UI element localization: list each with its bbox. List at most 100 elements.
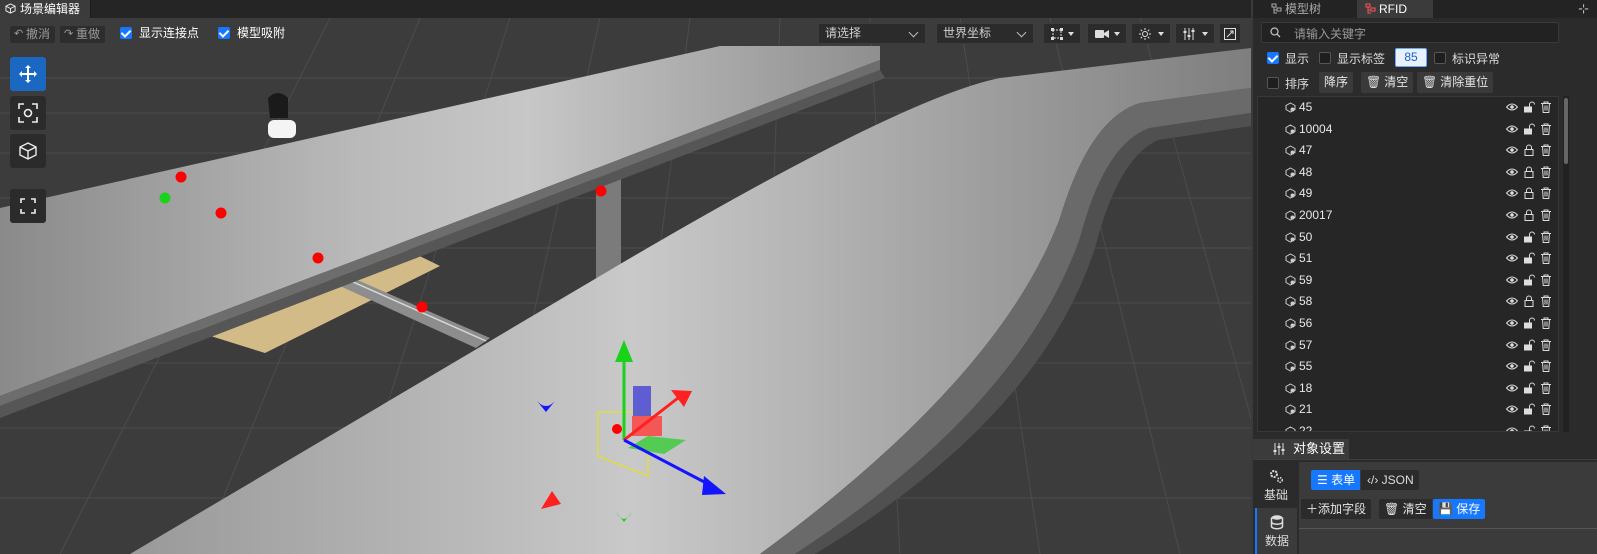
trash-icon[interactable] xyxy=(1540,274,1552,286)
trash-icon[interactable] xyxy=(1540,339,1552,351)
list-item[interactable]: 59 xyxy=(1258,270,1558,292)
bounding-box-dropdown[interactable] xyxy=(1043,23,1081,44)
tab-scene-editor[interactable]: 场景编辑器 xyxy=(0,0,92,18)
unlock-icon[interactable] xyxy=(1523,231,1535,243)
trash-icon[interactable] xyxy=(1540,101,1552,113)
trash-icon[interactable] xyxy=(1540,144,1552,157)
fullscreen-button[interactable] xyxy=(10,189,46,223)
unlock-icon[interactable] xyxy=(1523,274,1535,286)
settings-dropdown[interactable] xyxy=(1175,23,1215,44)
eye-icon[interactable] xyxy=(1506,403,1518,415)
sort-checkbox[interactable] xyxy=(1267,77,1279,89)
clear-relocate-button[interactable]: 🗑 清除重位 xyxy=(1417,72,1494,93)
trash-icon[interactable] xyxy=(1540,360,1552,373)
unlock-icon[interactable] xyxy=(1523,403,1535,415)
redo-button[interactable]: ↷ 重做 xyxy=(60,26,106,43)
eye-icon[interactable] xyxy=(1506,209,1518,221)
nav-data[interactable]: 数据 xyxy=(1255,508,1297,554)
trash-icon[interactable] xyxy=(1540,403,1552,416)
clear-fields-button[interactable]: 🗑 清空 xyxy=(1379,499,1432,519)
coordinate-select[interactable]: 世界坐标 xyxy=(936,23,1034,44)
search-field[interactable]: 请输入关键字 xyxy=(1261,22,1559,43)
trash-icon[interactable] xyxy=(1540,187,1552,200)
mark-abnormal-checkbox[interactable] xyxy=(1434,52,1446,64)
list-item[interactable]: 58 xyxy=(1258,291,1558,313)
list-item[interactable]: 57 xyxy=(1258,335,1558,357)
add-field-button[interactable]: ＋添加字段 xyxy=(1301,499,1372,519)
trash-icon[interactable] xyxy=(1540,317,1552,329)
eye-icon[interactable] xyxy=(1506,295,1518,307)
trash-icon[interactable] xyxy=(1540,382,1552,394)
object-select[interactable]: 请选择 xyxy=(818,23,926,44)
list-item[interactable]: 50 xyxy=(1258,227,1558,249)
eye-icon[interactable] xyxy=(1506,123,1518,135)
eye-icon[interactable] xyxy=(1506,382,1518,394)
eye-icon[interactable] xyxy=(1506,187,1518,199)
eye-icon[interactable] xyxy=(1506,144,1518,156)
eye-icon[interactable] xyxy=(1506,166,1518,178)
move-tool-button[interactable] xyxy=(10,57,46,91)
3d-viewport[interactable] xyxy=(0,18,1251,554)
list-item[interactable]: 10004 xyxy=(1258,119,1558,141)
tab-rfid[interactable]: RFID xyxy=(1357,0,1433,18)
trash-icon[interactable] xyxy=(1540,295,1552,308)
unlock-icon[interactable] xyxy=(1523,360,1535,372)
undo-button[interactable]: ↶ 撤消 xyxy=(10,26,56,43)
lock-icon[interactable] xyxy=(1523,209,1535,221)
lock-icon[interactable] xyxy=(1523,295,1535,308)
lock-icon[interactable] xyxy=(1523,144,1535,157)
unlock-icon[interactable] xyxy=(1523,252,1535,264)
nav-basic[interactable]: 基础 xyxy=(1255,462,1297,508)
show-connection-points-checkbox[interactable] xyxy=(120,27,132,39)
model-snap-checkbox[interactable] xyxy=(218,27,230,39)
json-mode-button[interactable]: ‹/› JSON xyxy=(1361,470,1419,490)
trash-icon[interactable] xyxy=(1540,123,1552,135)
list-item[interactable]: 45 xyxy=(1258,97,1558,119)
view-cube-button[interactable] xyxy=(10,134,46,168)
unlock-icon[interactable] xyxy=(1523,382,1535,394)
eye-icon[interactable] xyxy=(1506,317,1518,329)
expand-button[interactable] xyxy=(1219,23,1241,44)
list-item[interactable]: 47 xyxy=(1258,140,1558,162)
clear-button[interactable]: 🗑 清空 xyxy=(1361,72,1414,93)
tab-model-tree[interactable]: 模型树 xyxy=(1263,0,1353,18)
save-button[interactable]: 💾 保存 xyxy=(1433,499,1486,519)
pin-icon[interactable]: ⊹ xyxy=(1578,1,1589,17)
eye-icon[interactable] xyxy=(1506,339,1518,351)
list-item[interactable]: 56 xyxy=(1258,313,1558,335)
eye-icon[interactable] xyxy=(1506,101,1518,113)
rfid-list-scrollbar[interactable] xyxy=(1563,96,1569,432)
scrollbar-thumb[interactable] xyxy=(1564,98,1568,164)
unlock-icon[interactable] xyxy=(1523,317,1535,329)
trash-icon[interactable] xyxy=(1540,209,1552,221)
list-item[interactable]: 49 xyxy=(1258,183,1558,205)
show-checkbox[interactable] xyxy=(1267,52,1279,64)
tag-count-input[interactable]: 85 xyxy=(1395,48,1427,67)
unlock-icon[interactable] xyxy=(1523,425,1535,432)
lock-icon[interactable] xyxy=(1523,187,1535,200)
unlock-icon[interactable] xyxy=(1523,101,1535,113)
focus-tool-button[interactable] xyxy=(10,96,46,130)
lighting-dropdown[interactable] xyxy=(1131,23,1171,44)
list-item[interactable]: 22 xyxy=(1258,421,1558,432)
descending-button[interactable]: 降序 xyxy=(1319,72,1354,93)
trash-icon[interactable] xyxy=(1540,166,1552,178)
scene-canvas[interactable] xyxy=(0,18,1251,554)
trash-icon[interactable] xyxy=(1540,425,1552,432)
object-settings-header[interactable]: 对象设置 xyxy=(1253,439,1349,459)
list-item[interactable]: 51 xyxy=(1258,248,1558,270)
list-item[interactable]: 20017 xyxy=(1258,205,1558,227)
camera-dropdown[interactable] xyxy=(1087,23,1127,44)
rfid-list[interactable]: 45 10004 47 48 49 20017 50 51 59 58 56 57 55 18 21 22 xyxy=(1257,96,1559,432)
eye-icon[interactable] xyxy=(1506,274,1518,286)
trash-icon[interactable] xyxy=(1540,252,1552,265)
trash-icon[interactable] xyxy=(1540,231,1552,243)
list-item[interactable]: 55 xyxy=(1258,356,1558,378)
show-tags-checkbox[interactable] xyxy=(1319,52,1331,64)
eye-icon[interactable] xyxy=(1506,231,1518,243)
lock-icon[interactable] xyxy=(1523,166,1535,178)
eye-icon[interactable] xyxy=(1506,360,1518,372)
eye-icon[interactable] xyxy=(1506,425,1518,432)
list-item[interactable]: 18 xyxy=(1258,378,1558,400)
list-item[interactable]: 21 xyxy=(1258,399,1558,421)
